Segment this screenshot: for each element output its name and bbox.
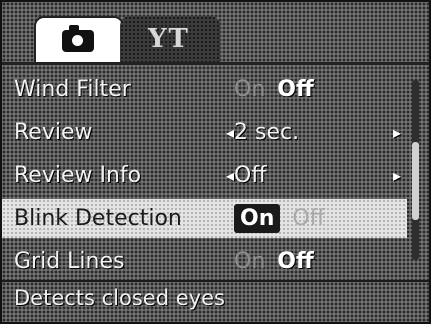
camera-menu-screen: YT Wind Filter On Off Review ◂ 2 sec. ▸ … <box>0 0 431 324</box>
arrow-left-icon[interactable]: ◂ <box>226 166 234 185</box>
menu-list: Wind Filter On Off Review ◂ 2 sec. ▸ Rev… <box>2 70 407 285</box>
arrow-right-icon[interactable]: ▸ <box>393 123 401 142</box>
selected-value: 2 sec. <box>234 120 300 145</box>
tools-icon: YT <box>148 24 190 54</box>
menu-item-wind-filter[interactable]: Wind Filter On Off <box>2 70 407 109</box>
menu-item-label: Review <box>14 120 93 145</box>
selected-value: Off <box>234 163 267 188</box>
scrollbar[interactable] <box>412 80 419 260</box>
option-off[interactable]: Off <box>277 77 314 102</box>
option-group: On Off <box>234 199 407 238</box>
menu-item-label: Grid Lines <box>14 249 125 274</box>
menu-item-label: Wind Filter <box>14 77 131 102</box>
option-off[interactable]: Off <box>292 206 324 231</box>
tab-divider <box>2 62 429 65</box>
option-group: On Off <box>234 242 407 281</box>
tab-camera[interactable] <box>34 16 124 64</box>
menu-item-blink-detection[interactable]: Blink Detection On Off <box>2 199 407 238</box>
option-group: On Off <box>234 70 407 109</box>
arrow-right-icon[interactable]: ▸ <box>393 166 401 185</box>
scrollbar-thumb[interactable] <box>412 142 419 220</box>
value-selector: ◂ Off ▸ <box>226 156 407 195</box>
option-on[interactable]: On <box>234 77 265 102</box>
menu-item-review[interactable]: Review ◂ 2 sec. ▸ <box>2 113 407 152</box>
help-divider <box>2 280 429 282</box>
menu-item-review-info[interactable]: Review Info ◂ Off ▸ <box>2 156 407 195</box>
menu-item-label: Review Info <box>14 163 142 188</box>
menu-item-grid-lines[interactable]: Grid Lines On Off <box>2 242 407 281</box>
value-selector: ◂ 2 sec. ▸ <box>226 113 407 152</box>
help-text: Detects closed eyes <box>14 286 225 310</box>
camera-icon <box>62 25 94 52</box>
option-off[interactable]: Off <box>277 249 314 274</box>
tab-settings[interactable]: YT <box>120 16 220 62</box>
arrow-left-icon[interactable]: ◂ <box>226 123 234 142</box>
option-on[interactable]: On <box>234 249 265 274</box>
tab-bar: YT <box>2 2 429 65</box>
menu-item-label: Blink Detection <box>14 206 182 231</box>
option-on[interactable]: On <box>234 204 281 233</box>
